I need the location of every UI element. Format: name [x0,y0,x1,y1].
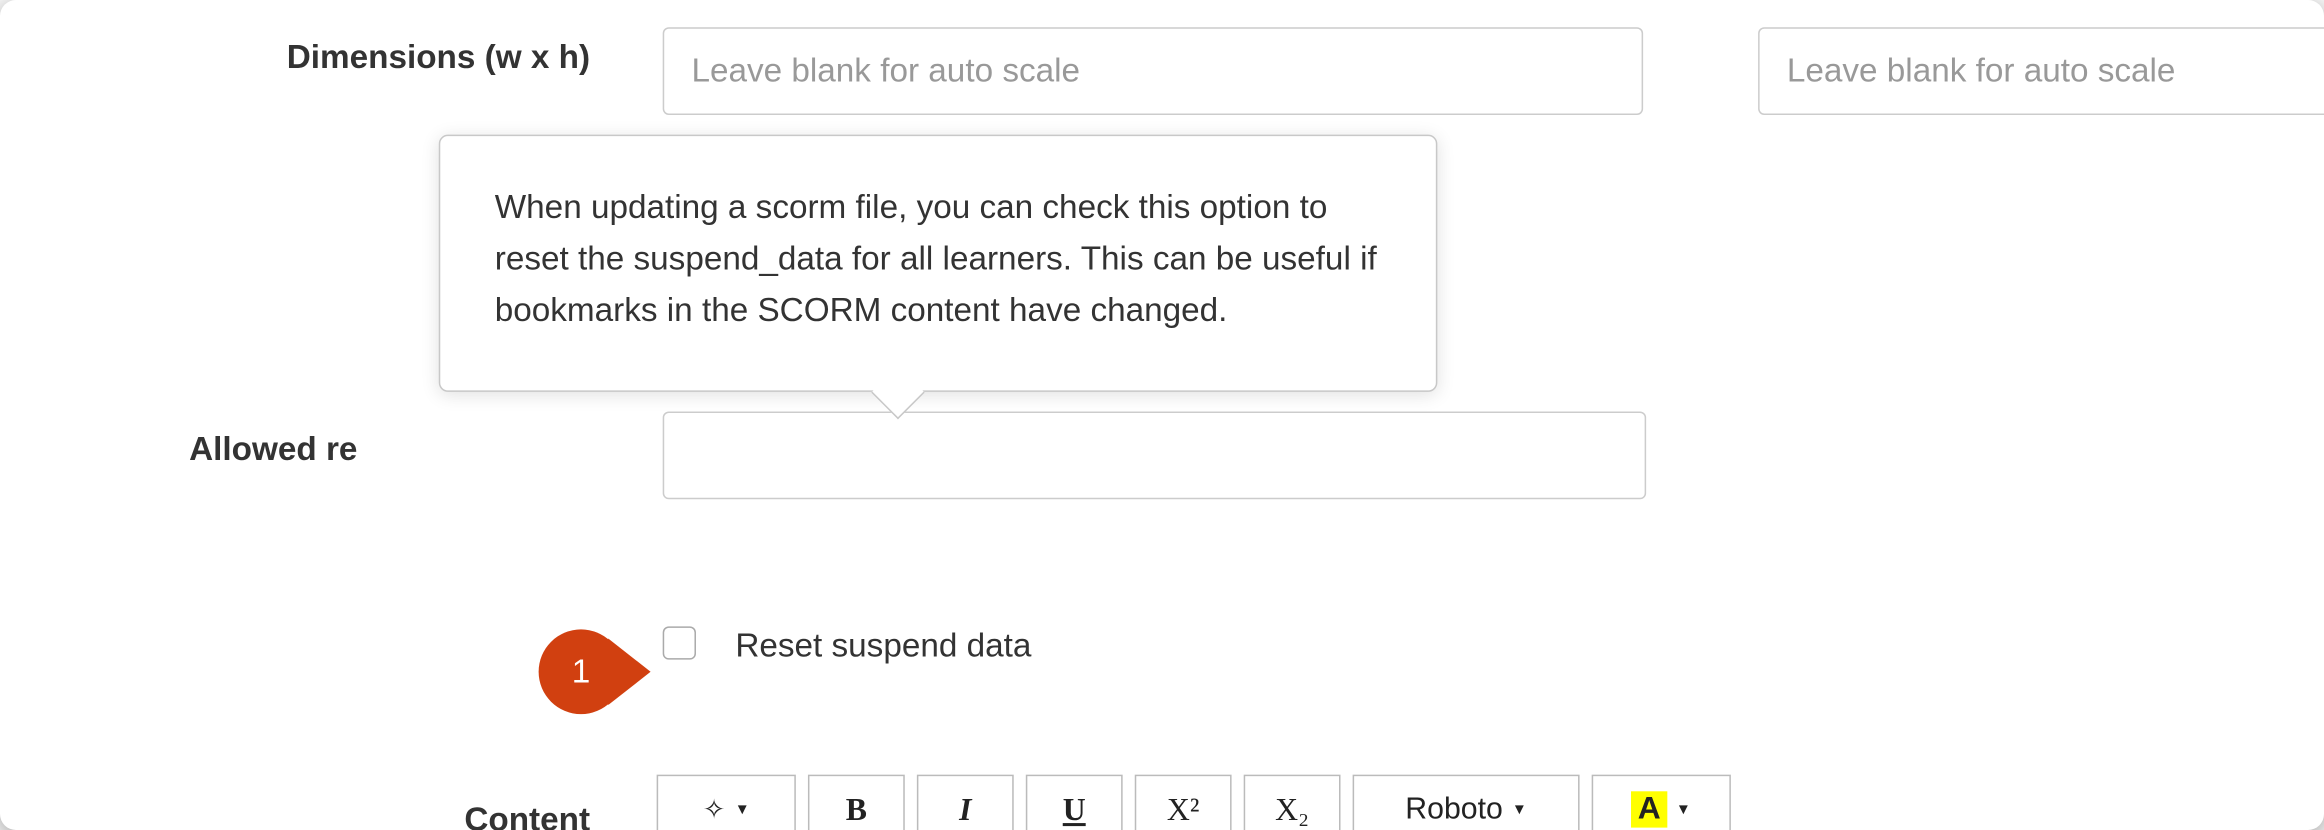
chevron-down-icon: ▼ [735,801,750,818]
allowed-retries-input[interactable] [663,412,1646,500]
text-color-icon: A [1632,792,1667,827]
chevron-down-icon: ▼ [1512,801,1527,818]
app-window: Dimensions (w x h) s upon retries Allowe… [0,0,2324,830]
dimensions-width-input[interactable] [663,27,1643,115]
content-label: Content [76,800,590,830]
toolbar-font-name: Roboto [1405,792,1503,827]
allowed-retries-label-partial: Allowed re [189,430,658,469]
magic-wand-icon: ✧ [703,794,726,826]
toolbar-superscript-button[interactable]: X² [1135,775,1232,830]
annotation-number: 1 [539,629,624,714]
rich-text-toolbar: ✧ ▼ B I U X² X₂ Roboto ▼ A ▼ [657,775,1731,830]
reset-suspend-data-label: Reset suspend data [735,626,1031,665]
reset-suspend-data-tooltip: When updating a scorm file, you can chec… [439,135,1438,393]
toolbar-magic-button[interactable]: ✧ ▼ [657,775,796,830]
toolbar-italic-button[interactable]: I [917,775,1014,830]
toolbar-bold-button[interactable]: B [808,775,905,830]
dimensions-height-input[interactable] [1758,27,2324,115]
annotation-marker-1: 1 [539,629,624,714]
toolbar-font-select[interactable]: Roboto ▼ [1353,775,1580,830]
toolbar-text-color-button[interactable]: A ▼ [1592,775,1731,830]
reset-suspend-data-checkbox[interactable] [663,626,696,659]
toolbar-underline-button[interactable]: U [1026,775,1123,830]
toolbar-subscript-button[interactable]: X₂ [1244,775,1341,830]
dimensions-label: Dimensions (w x h) [106,38,590,77]
chevron-down-icon: ▼ [1676,801,1691,818]
